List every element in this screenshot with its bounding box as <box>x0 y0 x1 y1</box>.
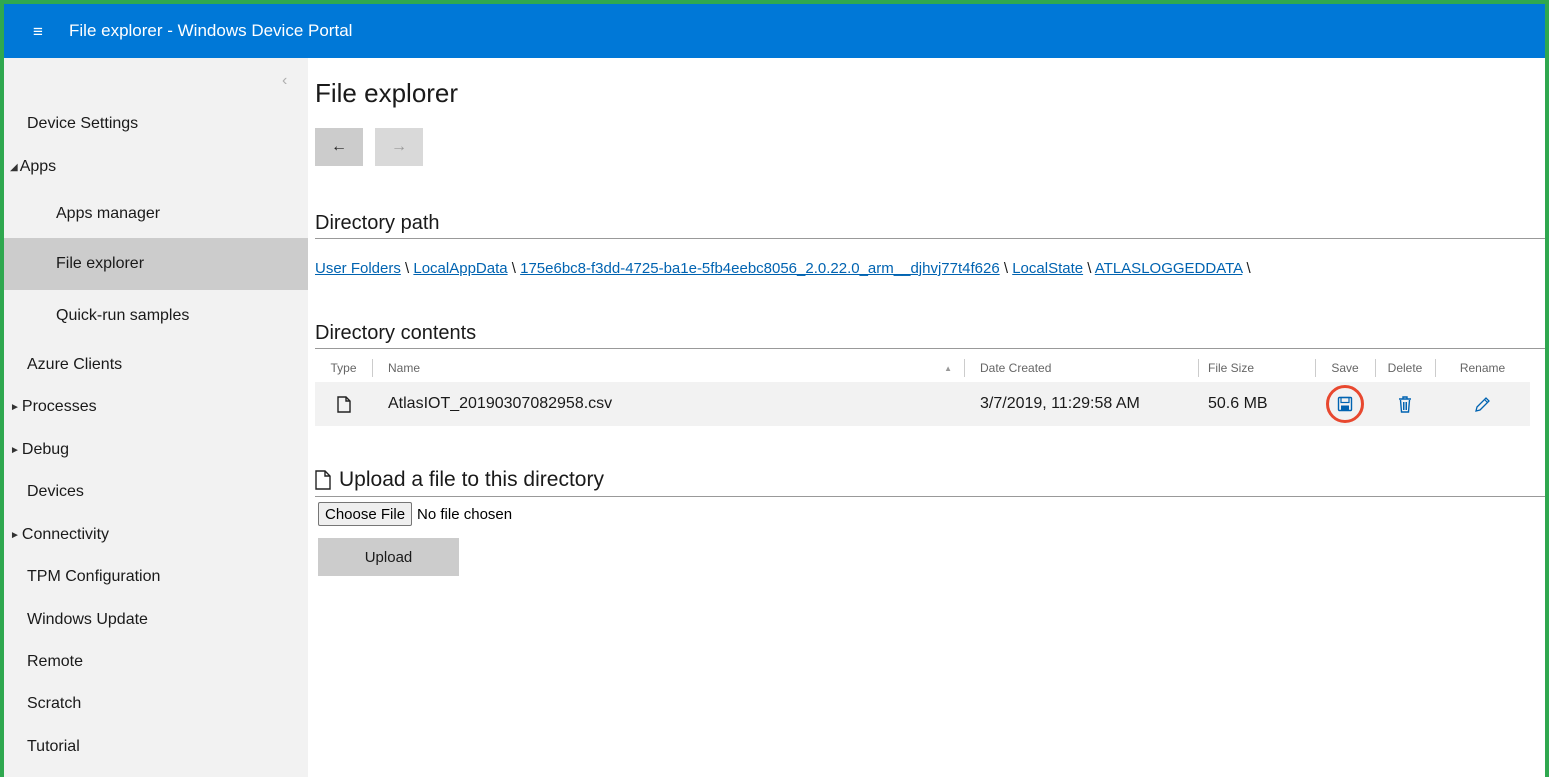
save-button[interactable] <box>1326 385 1364 423</box>
breadcrumb-user-folders[interactable]: User Folders <box>315 260 401 277</box>
sidebar: ‹ Device Settings ◢ Apps Apps manager Fi… <box>4 58 308 777</box>
back-button[interactable]: ← <box>315 128 363 166</box>
sidebar-item-windows-update[interactable]: Windows Update <box>4 605 308 635</box>
sidebar-item-device-settings[interactable]: Device Settings <box>4 109 308 139</box>
breadcrumb-atlasloggeddata[interactable]: ATLASLOGGEDDATA <box>1095 260 1243 277</box>
window-title: File explorer - Windows Device Portal <box>69 21 353 40</box>
page-title: File explorer <box>315 78 459 108</box>
column-header-name[interactable]: Name ▲ <box>372 354 964 382</box>
sidebar-item-tutorial[interactable]: Tutorial <box>4 732 308 762</box>
sidebar-item-apps-manager[interactable]: Apps manager <box>4 194 308 234</box>
forward-button[interactable]: → <box>375 128 423 166</box>
hamburger-icon[interactable]: ≡ <box>27 23 49 40</box>
trash-icon[interactable] <box>1398 395 1412 413</box>
file-icon <box>315 470 331 490</box>
app-window: ≡ File explorer - Windows Device Portal … <box>4 4 1545 777</box>
sidebar-item-scratch[interactable]: Scratch <box>4 689 308 719</box>
triangle-right-icon: ► <box>10 529 20 541</box>
sort-ascending-icon: ▲ <box>944 363 952 373</box>
arrow-left-icon: ← <box>331 138 347 155</box>
sidebar-item-devices[interactable]: Devices <box>4 477 308 507</box>
column-header-date-created[interactable]: Date Created <box>964 354 1198 382</box>
chosen-file-status: No file chosen <box>417 505 513 523</box>
title-bar: ≡ File explorer - Windows Device Portal <box>4 4 1545 58</box>
column-header-save: Save <box>1315 354 1375 382</box>
breadcrumb-localstate[interactable]: LocalState <box>1012 260 1083 277</box>
sidebar-item-processes[interactable]: ► Processes <box>4 392 308 422</box>
column-header-type[interactable]: Type <box>315 354 372 382</box>
breadcrumb: User Folders \ LocalAppData \ 175e6bc8-f… <box>315 260 1251 277</box>
column-header-delete: Delete <box>1375 354 1435 382</box>
triangle-down-icon: ◢ <box>10 161 18 173</box>
file-icon <box>336 395 351 413</box>
table-row[interactable]: AtlasIOT_20190307082958.csv 3/7/2019, 11… <box>315 382 1530 426</box>
main-content: File explorer ← → Directory path User Fo… <box>312 58 1545 777</box>
breadcrumb-app-package[interactable]: 175e6bc8-f3dd-4725-ba1e-5fb4eebc8056_2.0… <box>520 260 1000 277</box>
choose-file-button[interactable]: Choose File <box>318 502 413 526</box>
sidebar-item-debug[interactable]: ► Debug <box>4 435 308 465</box>
file-name[interactable]: AtlasIOT_20190307082958.csv <box>372 382 964 426</box>
directory-path-heading: Directory path <box>315 212 440 234</box>
directory-contents-heading: Directory contents <box>315 322 477 344</box>
breadcrumb-localappdata[interactable]: LocalAppData <box>413 260 507 277</box>
sidebar-item-quick-run-samples[interactable]: Quick-run samples <box>4 296 308 336</box>
file-date-created: 3/7/2019, 11:29:58 AM <box>980 395 1140 412</box>
divider <box>315 348 1545 349</box>
sidebar-item-connectivity[interactable]: ► Connectivity <box>4 520 308 550</box>
sidebar-item-azure-clients[interactable]: Azure Clients <box>4 350 308 380</box>
directory-table: Type Name ▲ Date Created File Size Save … <box>315 354 1530 426</box>
column-header-rename: Rename <box>1435 354 1530 382</box>
arrow-right-icon: → <box>391 138 407 155</box>
sidebar-item-remote[interactable]: Remote <box>4 647 308 677</box>
file-chooser: Choose File No file chosen <box>318 502 512 526</box>
divider <box>315 238 1545 239</box>
divider <box>315 496 1545 497</box>
upload-heading: Upload a file to this directory <box>315 468 604 492</box>
file-size: 50.6 MB <box>1208 395 1268 412</box>
triangle-right-icon: ► <box>10 401 20 413</box>
sidebar-item-tpm-configuration[interactable]: TPM Configuration <box>4 562 308 592</box>
table-header: Type Name ▲ Date Created File Size Save … <box>315 354 1530 382</box>
pencil-icon[interactable] <box>1474 396 1491 413</box>
chevron-left-icon[interactable]: ‹ <box>282 72 287 90</box>
sidebar-item-apps[interactable]: ◢ Apps <box>4 152 308 182</box>
column-header-file-size[interactable]: File Size <box>1198 354 1315 382</box>
upload-button[interactable]: Upload <box>318 538 459 576</box>
sidebar-item-file-explorer[interactable]: File explorer <box>4 238 308 290</box>
floppy-disk-icon <box>1337 396 1353 412</box>
triangle-right-icon: ► <box>10 444 20 456</box>
